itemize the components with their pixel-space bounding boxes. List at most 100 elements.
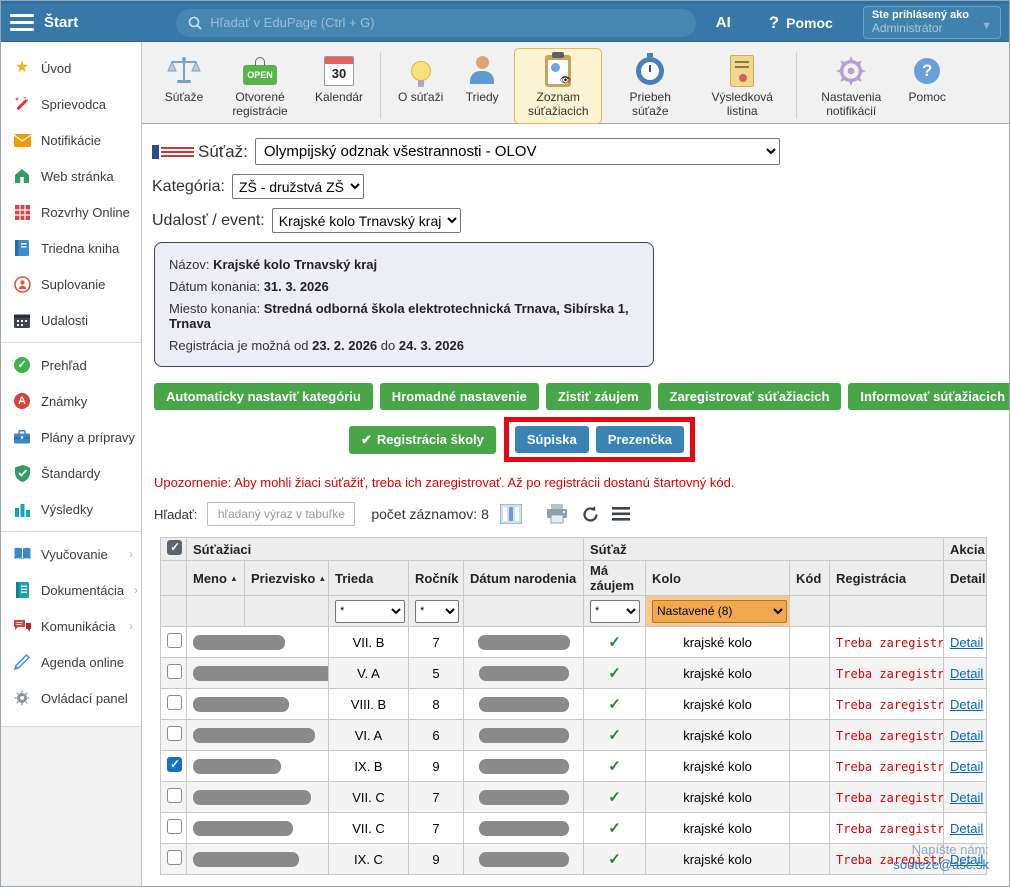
row-checkbox[interactable] [167,726,182,741]
detail-link[interactable]: Detail [950,666,983,681]
col-trieda[interactable]: Trieda [329,561,409,596]
tool-label: Triedy [466,91,499,105]
row-checkbox[interactable] [167,850,182,865]
bulk-setting-button[interactable]: Hromadné nastavenie [380,383,539,410]
hamburger-menu-icon[interactable] [10,10,34,35]
sidebar-item-plany[interactable]: Plány a prípravy [1,419,141,455]
ma-zaujem-filter-select[interactable]: * [590,600,640,623]
tool-otvorene-registracie[interactable]: OPEN Otvorené registrácie [216,48,304,124]
sidebar-item-standardy[interactable]: Štandardy [1,455,141,491]
row-checkbox[interactable] [167,788,182,803]
supiska-button[interactable]: Súpiska [515,426,589,453]
sidebar-item-web-stranka[interactable]: Web stránka [1,158,141,194]
print-icon[interactable] [545,503,569,525]
competition-toolbar: Súťaže OPEN Otvorené registrácie 30 Kale… [142,42,1009,124]
col-priezvisko[interactable]: Priezvisko▲ [245,561,329,596]
document-icon [13,581,31,599]
ai-button[interactable]: AI [716,14,731,31]
tool-label: Nastavenia notifikácií [814,91,888,119]
row-checkbox[interactable] [167,633,182,648]
col-rocnik[interactable]: Ročník [409,561,464,596]
detail-link[interactable]: Detail [950,697,983,712]
sidebar-item-dokumentacia[interactable]: Dokumentácia› [1,572,141,608]
tool-zoznam-sutaziacich[interactable]: Zoznam súťažiacich [514,48,602,124]
sidebar-item-prehlad[interactable]: ✓Prehľad [1,347,141,383]
sidebar-item-rozvrhy[interactable]: Rozvrhy Online [1,194,141,230]
competition-select[interactable]: Olympijský odznak všestrannosti - OLOV [255,138,780,165]
detail-link[interactable]: Detail [950,790,983,805]
registration-status: Treba zaregistrovať! [836,791,944,805]
col-meno[interactable]: Meno▲ [187,561,245,596]
sidebar-item-ovladaci-panel[interactable]: Ovládací panel [1,680,141,716]
start-menu[interactable]: Štart [44,14,78,31]
col-ma-zaujem[interactable]: Má záujem [584,561,646,596]
row-checkbox[interactable] [167,664,182,679]
magic-wand-icon [13,95,31,113]
tool-o-sutazi[interactable]: O súťaži [391,48,450,110]
contact-email-link[interactable]: souteze@asc.sk [893,857,989,872]
table-row: VII. C 7 ✓ krajské kolo Treba zaregistro… [161,782,987,813]
user-menu[interactable]: Ste prihlásený ako Administrátor ▼ [863,6,1001,39]
sidebar-item-triedna-kniha[interactable]: Triedna kniha [1,230,141,266]
register-competitors-button[interactable]: Zaregistrovať súťažiacich [658,383,842,410]
divider [796,52,797,119]
detail-link[interactable]: Detail [950,821,983,836]
trieda-filter-select[interactable]: * [335,600,405,623]
sidebar-item-notifikacie[interactable]: Notifikácie [1,122,141,158]
columns-icon[interactable] [499,503,523,525]
category-select[interactable]: ZŠ - družstvá ZŠ [232,174,364,199]
prezencka-button[interactable]: Prezenčka [596,426,684,453]
sidebar-item-znamky[interactable]: AZnámky [1,383,141,419]
col-kod[interactable]: Kód [790,561,830,596]
sidebar-item-uvod[interactable]: ★Úvod [1,50,141,86]
col-datum-narodenia[interactable]: Dátum narodenia [464,561,584,596]
redacted-name [193,635,285,650]
detail-link[interactable]: Detail [950,759,983,774]
sidebar-item-vyucovanie[interactable]: Vyučovanie› [1,536,141,572]
user-role: Administrátor [872,21,992,35]
tool-sutaze[interactable]: Súťaže [156,48,212,110]
global-search[interactable] [176,9,696,37]
check-circle-icon: ✓ [13,356,31,374]
table-search-input[interactable] [207,502,355,526]
sidebar-item-vysledky[interactable]: Výsledky [1,491,141,527]
school-registration-button[interactable]: ✔Registrácia školy [349,426,496,454]
sidebar-item-agenda[interactable]: Agenda online [1,644,141,680]
rocnik-filter-select[interactable]: * [415,600,459,623]
select-all-checkbox[interactable] [167,540,182,555]
detail-link[interactable]: Detail [950,635,983,650]
sidebar-item-udalosti[interactable]: Udalosti [1,302,141,338]
col-registracia[interactable]: Registrácia [830,561,944,596]
open-book-icon [13,545,31,563]
detail-link[interactable]: Detail [950,728,983,743]
refresh-icon[interactable] [579,503,603,525]
tool-nastavenia-notifikacii[interactable]: Nastavenia notifikácií [807,48,895,124]
tool-vysledkova-listina[interactable]: Výsledková listina [698,48,786,124]
row-checkbox[interactable] [167,819,182,834]
sidebar-item-suplovanie[interactable]: Suplovanie [1,266,141,302]
kolo-filter-select[interactable]: Nastavené (8) [652,600,787,623]
tool-triedy[interactable]: Triedy [454,48,510,110]
row-checkbox[interactable] [167,695,182,710]
info-label: do [381,338,395,353]
tool-kalendar[interactable]: 30 Kalendár [308,48,370,110]
check-icon: ✔ [361,432,372,447]
find-interest-button[interactable]: Zistiť záujem [546,383,651,410]
auto-category-button[interactable]: Automaticky nastaviť kategóriu [154,383,373,410]
sidebar-item-komunikacia[interactable]: Komunikácia› [1,608,141,644]
col-kolo[interactable]: Kolo [646,561,790,596]
tool-pomoc[interactable]: ? Pomoc [899,48,955,110]
row-checkbox[interactable] [167,757,182,772]
sidebar-item-label: Suplovanie [41,277,105,292]
event-select[interactable]: Krajské kolo Trnavský kraj [272,208,461,233]
registration-status: Treba zaregistrovať! [836,760,944,774]
sidebar: ★Úvod Sprievodca Notifikácie Web stránka… [1,42,142,886]
inform-competitors-button[interactable]: Informovať súťažiacich [848,383,1009,410]
contact-footer: Napíšte nám: souteze@asc.sk [893,842,989,872]
list-icon[interactable] [609,503,633,525]
global-search-input[interactable] [210,15,684,30]
sidebar-item-sprievodca[interactable]: Sprievodca [1,86,141,122]
tool-priebeh-sutaze[interactable]: Priebeh súťaže [606,48,694,124]
help-button[interactable]: ? Pomoc [769,13,833,33]
registration-status: Treba zaregistrovať! [836,729,944,743]
